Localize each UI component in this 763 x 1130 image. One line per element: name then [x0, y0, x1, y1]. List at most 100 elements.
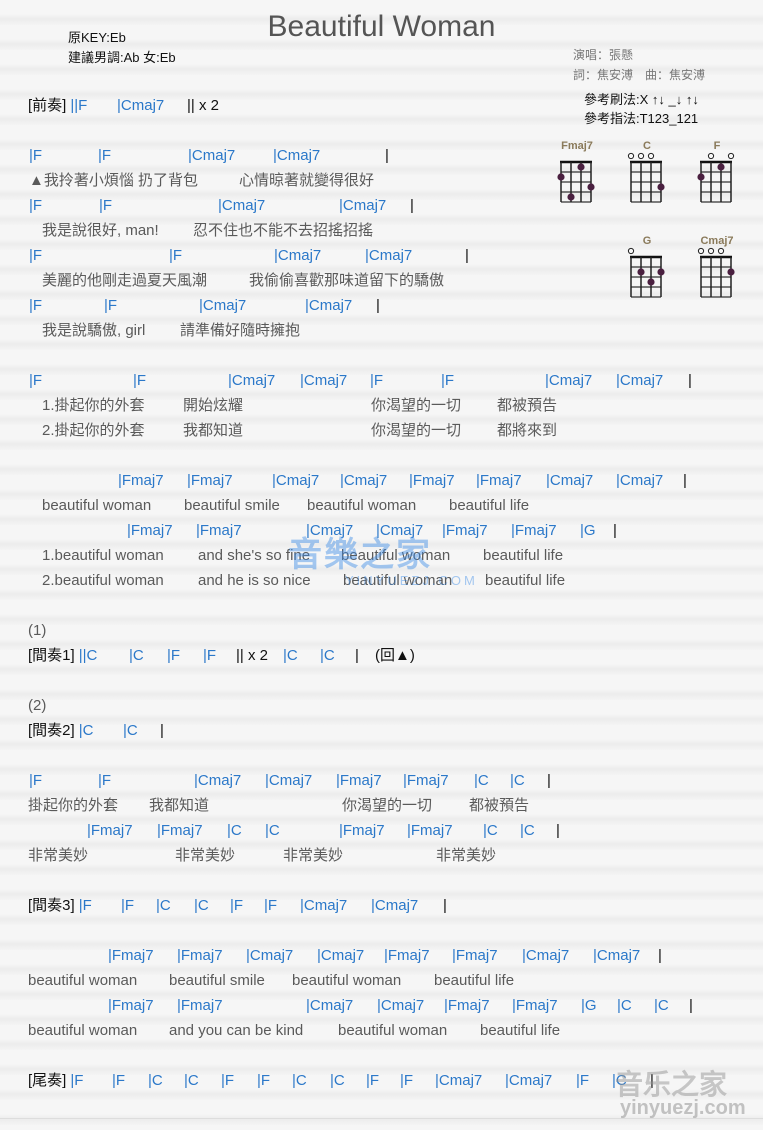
chord-line: |: [465, 246, 469, 266]
open-string-marker: [627, 152, 635, 160]
chord-name: |F: [230, 897, 244, 914]
lyric-line: 都被預告: [469, 796, 529, 816]
chord-name: |Cmaj7: [522, 947, 570, 964]
lyric-line: beautiful life: [485, 571, 565, 591]
lyric-line: 美麗的他剛走過夏天風潮: [42, 271, 207, 291]
chord-line: |: [385, 146, 389, 166]
chord-line: |C: [474, 771, 489, 791]
lyric-line: 非常美妙: [28, 846, 88, 866]
bar-mark: |: [683, 472, 687, 489]
chord-line: |Fmaj7: [196, 521, 242, 541]
lyric-line: 忍不住也不能不去招搖招搖: [193, 221, 373, 241]
chord-line: || x 2: [236, 646, 268, 666]
chord-line: |C: [617, 996, 632, 1016]
chord-diagram-g: [627, 247, 665, 298]
lyric-line: ▲我拎著小煩惱 扔了背包: [29, 171, 198, 191]
chord-name: |C: [283, 647, 298, 664]
chord-line: |F: [230, 896, 243, 916]
lyric-segment: beautiful smile: [184, 497, 280, 514]
finger-dot: [717, 163, 725, 171]
lyric-line: 我是說驕傲, girl: [42, 321, 145, 341]
chord-name: |G: [581, 997, 597, 1014]
lyric-segment: 掛起你的外套: [28, 797, 119, 814]
lyric-segment: 2.beautiful woman: [42, 572, 164, 589]
lyric-line: 你渴望的一切: [371, 421, 461, 441]
chord-name: |C: [520, 822, 535, 839]
lyric-segment: 我都知道: [183, 422, 244, 439]
lyric-line: 請準備好隨時擁抱: [180, 321, 300, 341]
lyric-segment: 1.掛起你的外套: [42, 397, 145, 414]
corner-watermark-url: yinyuezj.com: [620, 1097, 746, 1119]
chord-line: |: [410, 196, 414, 216]
lyric-segment: 你渴望的一切: [371, 422, 462, 439]
chord-line: |C: [184, 1071, 199, 1091]
chord-name: |Cmaj7: [199, 297, 247, 314]
lyric-line: beautiful woman: [28, 971, 137, 991]
chord-name: |C: [129, 647, 144, 664]
lyric-segment: beautiful woman: [28, 972, 138, 989]
chord-name: ||C: [78, 647, 98, 664]
chord-name: |Fmaj7: [442, 522, 488, 539]
section-label: [間奏3]: [28, 897, 75, 914]
chord-name: |Cmaj7: [546, 472, 594, 489]
chord-name: |F: [576, 1072, 590, 1089]
chord-line: |Cmaj7: [340, 471, 387, 491]
chord-line: (回▲): [375, 646, 415, 666]
chord-line: [間奏3] |F: [28, 896, 92, 916]
lyric-line: (2): [28, 696, 46, 716]
chord-line: |Cmaj7: [435, 1071, 482, 1091]
chord-name: |G: [580, 522, 596, 539]
section-label: [尾奏]: [28, 1072, 67, 1089]
chord-line: |F: [98, 146, 111, 166]
chord-line: |Cmaj7: [194, 771, 241, 791]
chord-name: |Fmaj7: [108, 997, 154, 1014]
chord-line: |Fmaj7: [511, 521, 557, 541]
chord-name: |Cmaj7: [218, 197, 266, 214]
lyric-line: beautiful life: [449, 496, 529, 516]
lyric-line: 你渴望的一切: [342, 796, 432, 816]
chord-line: |Cmaj7: [117, 96, 164, 116]
chord-name: |Cmaj7: [274, 247, 322, 264]
open-string-marker: [717, 247, 725, 255]
open-string-marker: [627, 247, 635, 255]
lyric-segment: 都被預告: [469, 797, 530, 814]
finger-dot: [657, 268, 665, 276]
chord-line: |C: [194, 896, 209, 916]
chord-line: |Fmaj7: [339, 821, 385, 841]
finger-pattern: 參考指法:T123_121: [584, 111, 699, 126]
lyric-line: 非常美妙: [283, 846, 343, 866]
lyric-segment: 我偷偷喜歡那味道留下的驕傲: [249, 272, 445, 289]
lyric-segment: 我都知道: [149, 797, 210, 814]
chord-line: |F: [98, 771, 111, 791]
lyric-segment: 美麗的他剛走過夏天風潮: [42, 272, 208, 289]
chord-name: |Fmaj7: [157, 822, 203, 839]
chord-line: |F: [29, 771, 42, 791]
bar-mark: |: [556, 822, 560, 839]
chord-name: |Cmaj7: [300, 372, 348, 389]
chord-line: |F: [203, 646, 216, 666]
chord-line: |Cmaj7: [272, 471, 319, 491]
chord-line: |F: [366, 1071, 379, 1091]
chord-line: |: [160, 721, 164, 741]
lyric-line: beautiful life: [434, 971, 514, 991]
lyric-segment: 非常美妙: [436, 847, 497, 864]
lyric-segment: 你渴望的一切: [371, 397, 462, 414]
chord-name: |Fmaj7: [196, 522, 242, 539]
chord-name: |C: [330, 1072, 345, 1089]
section-label: [前奏]: [28, 97, 67, 114]
finger-dot: [587, 183, 595, 191]
finger-dot: [647, 278, 655, 286]
chord-name: |Cmaj7: [228, 372, 276, 389]
lyric-line: beautiful woman: [338, 1021, 447, 1041]
section-label: [間奏1]: [28, 647, 75, 664]
chord-line: |Fmaj7: [452, 946, 498, 966]
singer-credit: 演唱：張懸: [573, 48, 634, 62]
chord-line: |F: [441, 371, 454, 391]
chord-name: |Cmaj7: [317, 947, 365, 964]
open-string-marker: [647, 152, 655, 160]
bar-mark: |: [410, 197, 414, 214]
chord-line: |Cmaj7: [300, 371, 347, 391]
chord-line: |F: [221, 1071, 234, 1091]
lyric-line: 非常美妙: [436, 846, 496, 866]
chord-name: |F: [98, 147, 112, 164]
